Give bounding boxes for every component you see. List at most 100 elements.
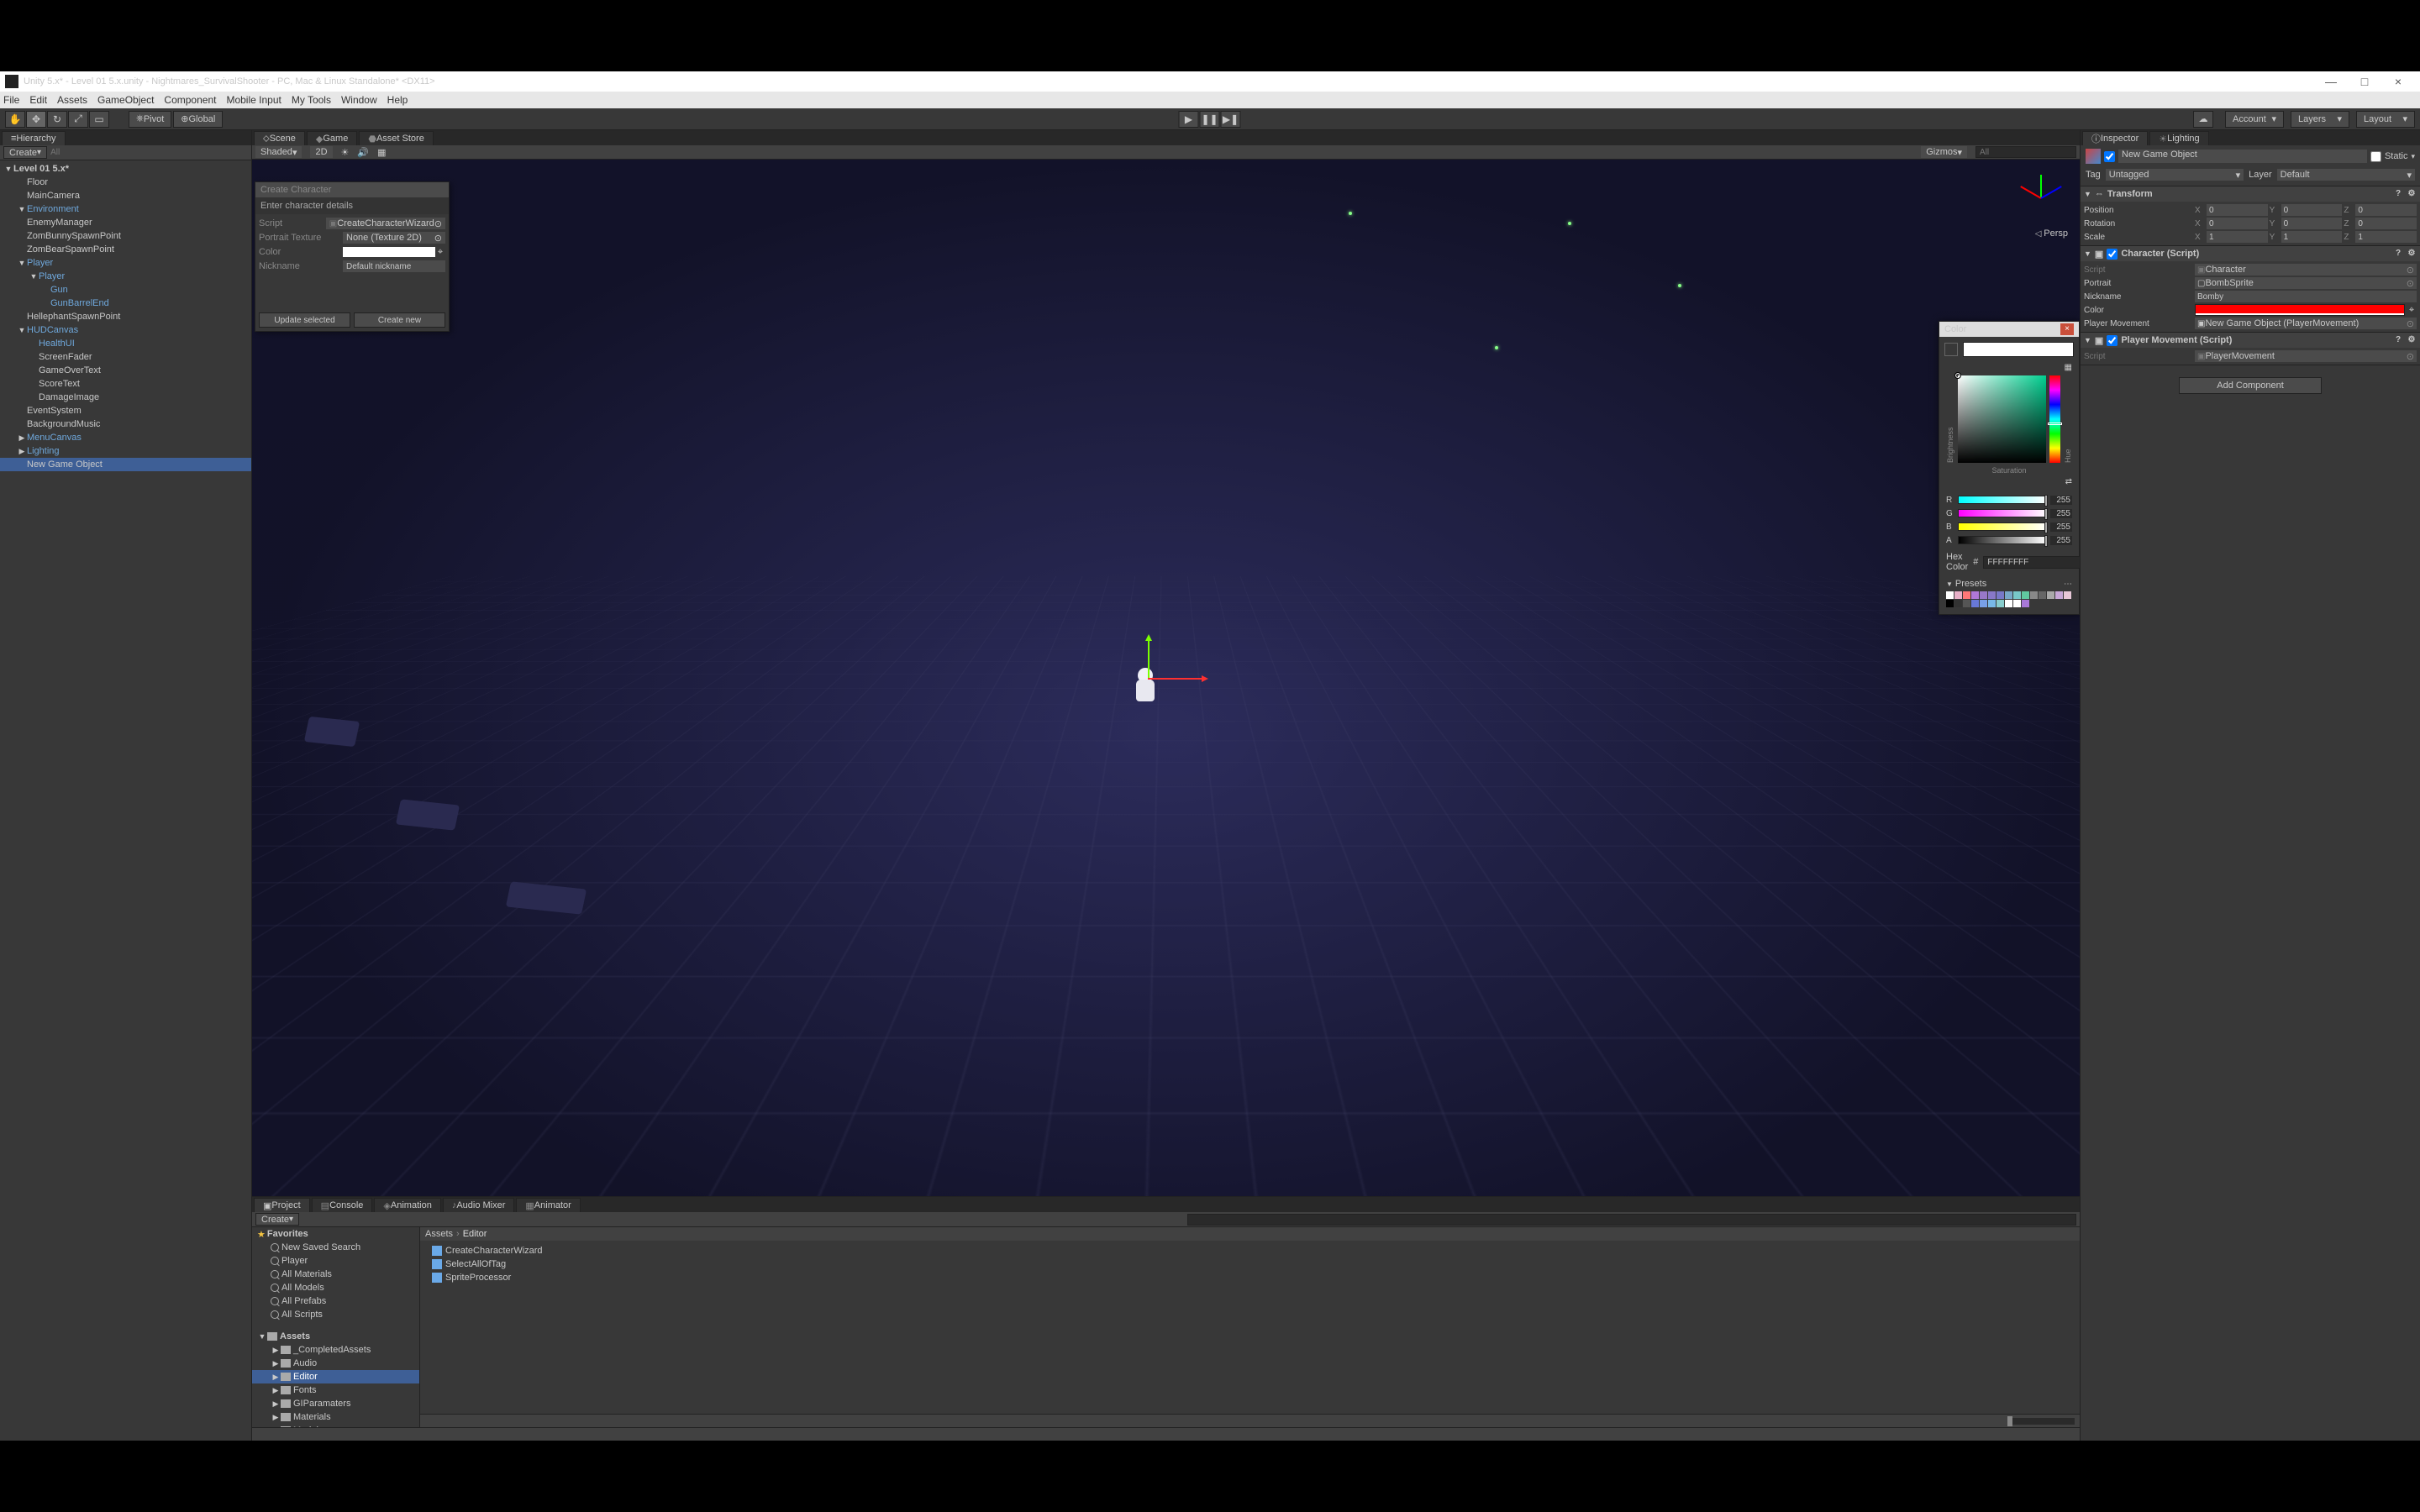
hierarchy-item[interactable]: Floor xyxy=(0,176,251,189)
menu-window[interactable]: Window xyxy=(341,94,377,106)
hierarchy-search-input[interactable] xyxy=(50,148,248,157)
scene-search-input[interactable] xyxy=(1975,146,2076,158)
eyedropper-button[interactable] xyxy=(1944,343,1958,356)
wizard-color-field[interactable] xyxy=(343,247,435,257)
layout-dropdown[interactable]: Layout▾ xyxy=(2356,111,2415,128)
hierarchy-item[interactable]: ZomBearSpawnPoint xyxy=(0,243,251,256)
g-value[interactable]: 255 xyxy=(2050,509,2072,518)
file-item[interactable]: SelectAllOfTag xyxy=(420,1257,2080,1271)
hierarchy-item[interactable]: HealthUI xyxy=(0,337,251,350)
project-breadcrumb[interactable]: Assets › Editor xyxy=(420,1227,2080,1241)
b-slider[interactable] xyxy=(1958,522,2047,531)
tag-dropdown[interactable]: Untagged▾ xyxy=(2106,169,2244,181)
hierarchy-item[interactable]: ScreenFader xyxy=(0,350,251,364)
preset-swatch[interactable] xyxy=(1980,600,1987,607)
folder-item[interactable]: ▶Audio xyxy=(252,1357,419,1370)
gameobject-active-checkbox[interactable] xyxy=(2104,151,2115,162)
hierarchy-item[interactable]: ▶MenuCanvas xyxy=(0,431,251,444)
gear-icon[interactable]: ⚙ xyxy=(2407,335,2417,345)
hierarchy-item[interactable]: New Game Object xyxy=(0,458,251,471)
add-component-button[interactable]: Add Component xyxy=(2179,377,2322,394)
rot-y-field[interactable]: 0 xyxy=(2281,218,2343,229)
preset-swatch[interactable] xyxy=(2047,591,2054,599)
hierarchy-item[interactable]: ▼Environment xyxy=(0,202,251,216)
tab-hierarchy[interactable]: ≡ Hierarchy xyxy=(2,131,66,145)
eyedropper-icon[interactable]: ⌖ xyxy=(435,247,445,258)
pivot-toggle[interactable]: ⎈ Pivot xyxy=(129,111,171,128)
project-zoom-slider[interactable] xyxy=(2007,1418,2075,1425)
hierarchy-item[interactable]: HellephantSpawnPoint xyxy=(0,310,251,323)
project-search-input[interactable] xyxy=(1187,1214,2076,1226)
character-color-field[interactable] xyxy=(2195,304,2405,316)
preset-swatch[interactable] xyxy=(1988,591,1996,599)
fx-toggle-icon[interactable]: ▦ xyxy=(377,147,386,158)
wizard-nickname-field[interactable]: Default nickname xyxy=(343,260,445,272)
tool-rotate[interactable]: ↻ xyxy=(47,111,67,128)
scene-viewport[interactable]: ◁ Persp Create Character Enter character… xyxy=(252,160,2080,1196)
tool-move[interactable]: ✥ xyxy=(26,111,46,128)
preset-swatch[interactable] xyxy=(2064,591,2071,599)
preset-swatch[interactable] xyxy=(1954,591,1962,599)
file-item[interactable]: SpriteProcessor xyxy=(420,1271,2080,1284)
shading-mode-dropdown[interactable]: Shaded ▾ xyxy=(255,146,302,158)
presets-label[interactable]: Presets⋯ xyxy=(1946,579,2072,589)
layers-dropdown[interactable]: Layers▾ xyxy=(2291,111,2349,128)
persp-label[interactable]: ◁ Persp xyxy=(2035,228,2068,239)
playermovement-header[interactable]: ▼▣Player Movement (Script)?⚙ xyxy=(2081,333,2420,348)
tab-game[interactable]: ◆ Game xyxy=(307,131,357,145)
help-icon[interactable]: ? xyxy=(2393,249,2403,259)
preset-swatch[interactable] xyxy=(1971,591,1979,599)
pos-z-field[interactable]: 0 xyxy=(2355,204,2417,216)
preset-swatch[interactable] xyxy=(1954,600,1962,607)
character-nickname-field[interactable]: Bomby xyxy=(2195,291,2417,302)
favorites-header[interactable]: ★Favorites xyxy=(252,1227,419,1241)
tab-audio-mixer[interactable]: ♪ Audio Mixer xyxy=(443,1198,515,1212)
r-value[interactable]: 255 xyxy=(2050,496,2072,505)
menu-edit[interactable]: Edit xyxy=(29,94,47,106)
favorite-item[interactable]: All Materials xyxy=(252,1268,419,1281)
space-toggle[interactable]: ⊕ Global xyxy=(173,111,223,128)
character-enabled-checkbox[interactable] xyxy=(2107,249,2118,260)
static-checkbox[interactable] xyxy=(2370,151,2381,162)
menu-my-tools[interactable]: My Tools xyxy=(292,94,331,106)
hierarchy-item[interactable]: ▼Player xyxy=(0,270,251,283)
menu-gameobject[interactable]: GameObject xyxy=(97,94,154,106)
cloud-icon[interactable]: ☁ xyxy=(2193,111,2213,128)
layer-dropdown[interactable]: Default▾ xyxy=(2277,169,2415,181)
hierarchy-item[interactable]: ▼HUDCanvas xyxy=(0,323,251,337)
preset-swatch[interactable] xyxy=(2055,591,2063,599)
hierarchy-item[interactable]: DamageImage xyxy=(0,391,251,404)
hierarchy-item[interactable]: BackgroundMusic xyxy=(0,417,251,431)
rot-z-field[interactable]: 0 xyxy=(2355,218,2417,229)
character-header[interactable]: ▼▣Character (Script)?⚙ xyxy=(2081,246,2420,261)
preset-swatch[interactable] xyxy=(2022,600,2029,607)
scale-y-field[interactable]: 1 xyxy=(2281,231,2343,243)
preset-swatch[interactable] xyxy=(2030,591,2038,599)
hierarchy-item[interactable]: GameOverText xyxy=(0,364,251,377)
pos-y-field[interactable]: 0 xyxy=(2281,204,2343,216)
hierarchy-item[interactable]: EventSystem xyxy=(0,404,251,417)
preset-swatch[interactable] xyxy=(1988,600,1996,607)
pause-button[interactable]: ❚❚ xyxy=(1200,111,1220,128)
hierarchy-item[interactable]: ScoreText xyxy=(0,377,251,391)
preset-swatch[interactable] xyxy=(2013,600,2021,607)
project-file-list[interactable]: CreateCharacterWizardSelectAllOfTagSprit… xyxy=(420,1241,2080,1414)
2d-toggle[interactable]: 2D xyxy=(310,146,332,158)
r-slider[interactable] xyxy=(1958,496,2047,504)
favorite-item[interactable]: Player xyxy=(252,1254,419,1268)
step-button[interactable]: ▶❚ xyxy=(1221,111,1241,128)
menu-mobile-input[interactable]: Mobile Input xyxy=(226,94,281,106)
gear-icon[interactable]: ⚙ xyxy=(2407,189,2417,199)
assets-root[interactable]: ▼Assets xyxy=(252,1330,419,1343)
favorite-item[interactable]: All Prefabs xyxy=(252,1294,419,1308)
hierarchy-item[interactable]: ▼Player xyxy=(0,256,251,270)
hierarchy-item[interactable]: ZomBunnySpawnPoint xyxy=(0,229,251,243)
favorite-item[interactable]: All Scripts xyxy=(252,1308,419,1321)
wizard-title[interactable]: Create Character xyxy=(255,182,449,197)
help-icon[interactable]: ? xyxy=(2393,189,2403,199)
menu-component[interactable]: Component xyxy=(164,94,216,106)
folder-item[interactable]: ▶GIParamaters xyxy=(252,1397,419,1410)
tab-asset-store[interactable]: ⬣ Asset Store xyxy=(359,131,433,145)
preset-swatch[interactable] xyxy=(1946,591,1954,599)
tool-scale[interactable]: ⤢ xyxy=(68,111,88,128)
